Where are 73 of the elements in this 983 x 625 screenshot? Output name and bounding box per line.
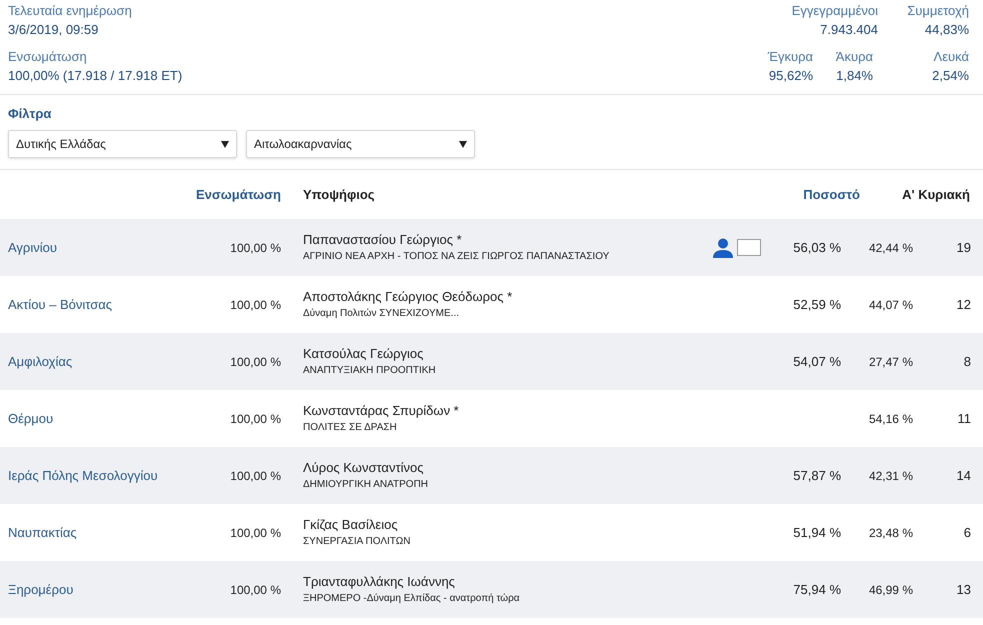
stat-label: Λευκά xyxy=(934,48,969,66)
integration-cell-text: 100,00 % xyxy=(229,240,281,256)
stat-label: Άκυρα xyxy=(836,48,873,66)
municipality-link[interactable]: Αγρινίου xyxy=(0,238,200,258)
percent-cell-text: 75,94 % xyxy=(792,580,841,599)
candidate-name: Γκίζας Βασίλειος xyxy=(303,516,399,534)
integration-cell-text: 100,00 % xyxy=(229,354,281,370)
first-sunday-cell-text: 23,48 % xyxy=(868,524,913,542)
percent-cell-text: 52,59 % xyxy=(792,296,841,314)
municipality-link[interactable]: Θέρμου xyxy=(0,408,200,428)
update-value: 3/6/2019, 09:59 xyxy=(8,21,100,39)
percent-cell-text: 56,03 % xyxy=(792,238,841,257)
empty-box-icon[interactable] xyxy=(737,239,761,256)
seats-cell-text: 13 xyxy=(956,580,971,599)
dropdown-field[interactable]: Αιτωλοακαρνανίας xyxy=(246,130,475,158)
first-sunday-cell-text: 42,31 % xyxy=(868,468,913,484)
seats-cell-text: 14 xyxy=(956,466,971,485)
integration-label: Ενσωμάτωση xyxy=(8,48,88,66)
seats-cell-text: 6 xyxy=(962,524,971,542)
caret-icon xyxy=(221,140,229,148)
integration-value: 100,00% (17.918 / 17.918 ΕΤ) xyxy=(8,67,182,85)
stat-label: Συμμετοχή xyxy=(907,2,969,20)
municipality-link[interactable]: Ξηρομέρου xyxy=(0,580,200,600)
stat-label: Έγκυρα xyxy=(768,48,813,66)
party-name: ΞΗΡΟΜΕΡΟ -Δύναμη Ελπίδας - ανατροπή τώρα xyxy=(303,592,521,606)
stat-value: 95,62% xyxy=(768,67,813,85)
municipality-link[interactable]: Ναυπακτίας xyxy=(0,522,200,542)
integration-cell-text: 100,00 % xyxy=(229,524,281,542)
municipality-link[interactable]: Αμφιλοχίας xyxy=(0,352,200,372)
column-header: Υποψήφιος xyxy=(303,186,376,204)
first-sunday-cell-text: 27,47 % xyxy=(868,354,913,370)
percent-cell-text: 54,07 % xyxy=(792,352,841,371)
seats-cell-text: 11 xyxy=(956,410,971,428)
integration-cell-text: 100,00 % xyxy=(229,468,281,484)
integration-cell-text: 100,00 % xyxy=(229,582,281,598)
column-header[interactable]: Ενσωμάτωση xyxy=(0,184,281,204)
seats-cell-text: 8 xyxy=(962,352,971,371)
caret-icon xyxy=(459,140,467,148)
party-name: ΠΟΛΙΤΕΣ ΣΕ ΔΡΑΣΗ xyxy=(303,420,398,434)
party-name: ΣΥΝΕΡΓΑΣΙΑ ΠΟΛΙΤΩΝ xyxy=(303,534,412,548)
party-name: ΔΗΜΙΟΥΡΓΙΚΗ ΑΝΑΤΡΟΠΗ xyxy=(303,478,430,492)
candidate-name: Παπαναστασίου Γεώργιος * xyxy=(303,230,463,248)
update-label: Τελευταία ενημέρωση xyxy=(8,2,132,20)
party-name: Δύναμη Πολιτών ΣΥΝΕΧΙΖΟΥΜΕ... xyxy=(303,306,460,320)
integration-cell-text: 100,00 % xyxy=(229,410,281,428)
candidate-name: Λύρος Κωνσταντίνος xyxy=(303,458,424,476)
column-header[interactable]: Ποσοστό xyxy=(723,184,860,204)
municipality-link[interactable]: Ιεράς Πόλης Μεσολογγίου xyxy=(0,466,200,486)
percent-cell-text: 57,87 % xyxy=(792,466,841,485)
stat-value: 44,83% xyxy=(924,21,969,39)
candidate-name: Κατσούλας Γεώργιος xyxy=(303,344,424,362)
seats-cell-text: 12 xyxy=(956,296,971,314)
dropdown-field[interactable]: Δυτικής Ελλάδας xyxy=(8,130,237,158)
candidate-name: Αποστολάκης Γεώργιος Θεόδωρος * xyxy=(303,288,514,306)
stat-value: 2,54% xyxy=(932,67,969,85)
stat-value: 7.943.404 xyxy=(820,21,878,39)
candidate-name: Κωνσταντάρας Σπυρίδων * xyxy=(303,402,460,420)
filters-title: Φίλτρα xyxy=(8,105,52,123)
percent-cell-text: 51,94 % xyxy=(792,524,841,542)
candidate-name: Τριανταφυλλάκης Ιωάννης xyxy=(303,572,456,590)
municipality-link[interactable]: Ακτίου – Βόνιτσας xyxy=(0,294,200,314)
column-header: Α' Κυριακή xyxy=(901,186,970,204)
first-sunday-cell-text: 54,16 % xyxy=(868,410,913,428)
party-name: ΑΓΡΙΝΙΟ ΝΕΑ ΑΡΧΗ - ΤΟΠΟΣ ΝΑ ΖΕΙΣ ΓΙΩΡΓΟΣ ΠΑΠΑΝΑΣΤΑΣΙΟΥ xyxy=(303,250,610,264)
first-sunday-cell-text: 42,44 % xyxy=(868,240,913,256)
integration-cell-text: 100,00 % xyxy=(229,296,281,314)
first-sunday-cell-text: 46,99 % xyxy=(868,582,913,598)
person-icon[interactable] xyxy=(713,238,733,258)
stat-value: 1,84% xyxy=(836,67,873,85)
seats-cell-text: 19 xyxy=(956,238,971,257)
stat-label: Εγγεγραμμένοι xyxy=(792,2,878,20)
first-sunday-cell-text: 44,07 % xyxy=(868,296,913,314)
party-name: ΑΝΑΠΤΥΞΙΑΚΗ ΠΡΟΟΠΤΙΚΗ xyxy=(303,364,437,378)
